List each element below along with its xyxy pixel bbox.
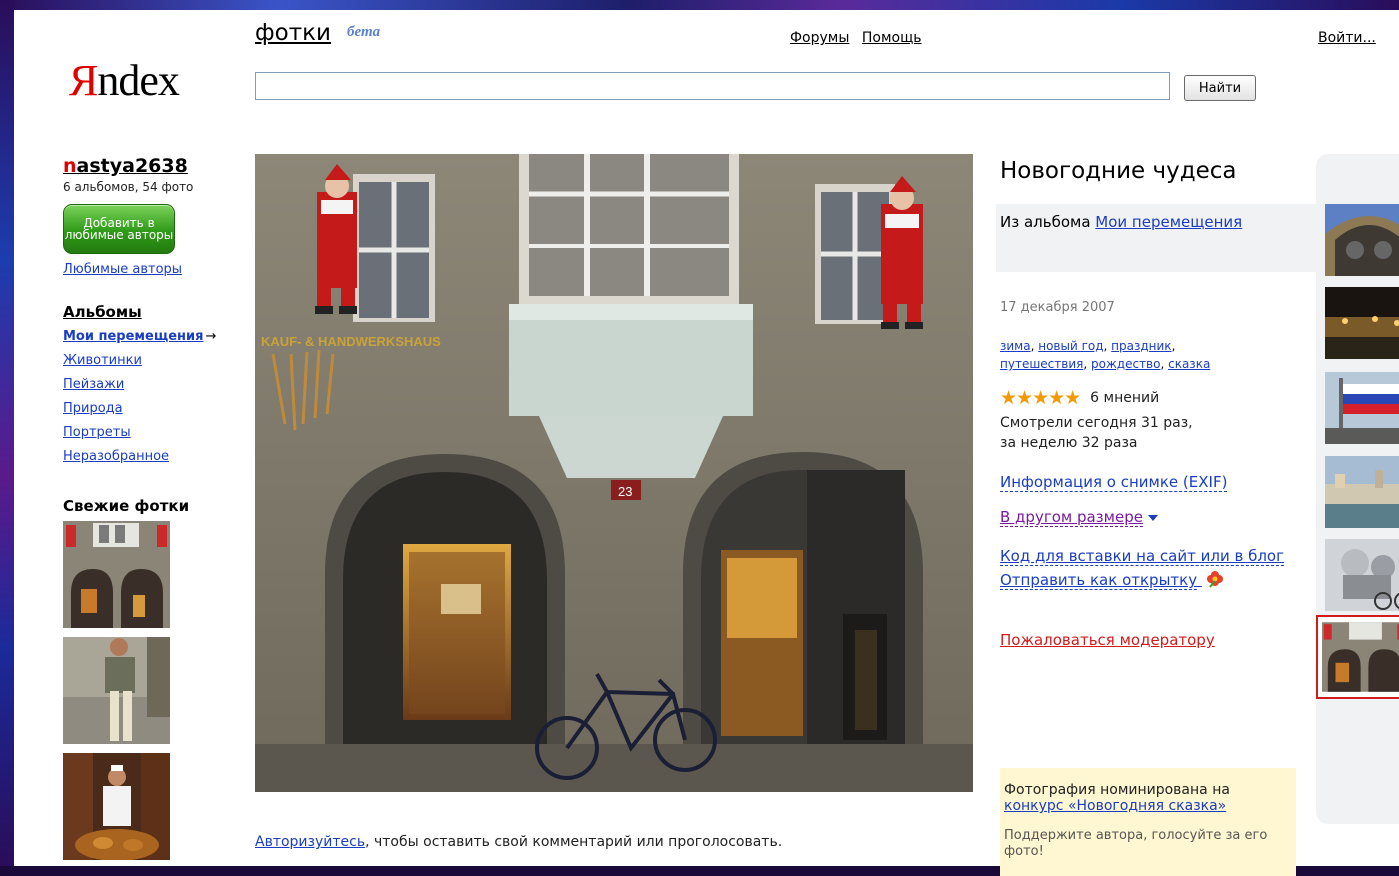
album-source-prefix: Из альбома — [1000, 213, 1096, 231]
albums-heading[interactable]: Альбомы — [63, 303, 233, 321]
report-moderator-link[interactable]: Пожаловаться модератору — [1000, 631, 1290, 649]
browser-page: Яndex фотки бета Форумы Помощь Войти... … — [14, 10, 1399, 876]
filmstrip-thumb[interactable] — [1325, 456, 1399, 528]
username-rest: astya2638 — [76, 155, 188, 177]
fresh-photos-heading: Свежие фотки — [63, 497, 190, 515]
contest-text: Фотография номинирована на — [1004, 782, 1230, 798]
photo-title: Новогодние чудеса — [1000, 158, 1237, 184]
tag-link[interactable]: путешествия — [1000, 357, 1083, 371]
views-today: Смотрели сегодня 31 раз, — [1000, 415, 1193, 431]
contest-support-text: Поддержите автора, голосуйте за его фото… — [1004, 828, 1268, 859]
filmstrip-thumb[interactable] — [1325, 287, 1399, 359]
fresh-photo-thumb[interactable] — [63, 753, 170, 860]
album-item-unsorted[interactable]: Неразобранное — [63, 445, 233, 469]
flower-icon — [1206, 571, 1223, 588]
logo-rest: ndex — [97, 56, 180, 105]
tag-link[interactable]: новый год — [1038, 339, 1103, 353]
rating: ★★★★★ 6 мнений — [1000, 387, 1290, 409]
dropdown-triangle-icon — [1147, 514, 1158, 521]
author-stats: 6 альбомов, 54 фото — [63, 180, 194, 194]
house-number-text: 23 — [618, 484, 632, 499]
tag-link[interactable]: зима — [1000, 339, 1031, 353]
rating-stars-icon[interactable]: ★★★★★ — [1000, 387, 1081, 409]
yandex-logo[interactable]: Яndex — [69, 55, 180, 106]
filmstrip-thumb-current[interactable] — [1316, 615, 1399, 699]
album-source-link[interactable]: Мои перемещения — [1095, 213, 1242, 231]
login-link[interactable]: Войти... — [1318, 30, 1376, 46]
service-name-link[interactable]: фотки — [255, 20, 331, 46]
fresh-photos-list — [63, 521, 233, 860]
main-photo[interactable]: KAUF- & HANDWERKSHAUS 23 — [255, 154, 973, 792]
top-nav: Форумы Помощь — [790, 30, 930, 46]
other-size-link[interactable]: В другом размере — [1000, 508, 1290, 527]
album-item-animals[interactable]: Животинки — [63, 349, 233, 373]
shop-sign-text: KAUF- & HANDWERKSHAUS — [261, 334, 441, 349]
photo-tags: зима, новый год, праздник, путешествия, … — [1000, 339, 1211, 371]
album-item-nature[interactable]: Природа — [63, 397, 233, 421]
album-item-landscapes[interactable]: Пейзажи — [63, 373, 233, 397]
author-username[interactable]: nastya2638 — [63, 155, 233, 177]
contest-link[interactable]: конкурс «Новогодняя сказка» — [1004, 798, 1292, 814]
view-stats: Смотрели сегодня 31 раз, за неделю 32 ра… — [1000, 413, 1290, 453]
desktop-background-left — [0, 0, 14, 866]
embed-code-label: Код для вставки на сайт или в блог — [1000, 547, 1284, 566]
tag-link[interactable]: рождество — [1091, 357, 1160, 371]
fresh-photo-thumb[interactable] — [63, 637, 170, 744]
current-arrow-icon: → — [205, 329, 217, 344]
album-list: Мои перемещения → Животинки Пейзажи Приро… — [63, 325, 233, 469]
filmstrip-thumb[interactable] — [1325, 372, 1399, 444]
search-button[interactable]: Найти — [1184, 75, 1256, 101]
photo-info: Новогодние чудеса Из альбома Мои перемещ… — [996, 154, 1334, 649]
album-source: Из альбома Мои перемещения — [996, 204, 1334, 272]
filmstrip-thumb[interactable] — [1325, 204, 1399, 276]
auth-note: Авторизуйтесь, чтобы оставить свой комме… — [255, 834, 782, 850]
exif-link[interactable]: Информация о снимке (EXIF) — [1000, 473, 1228, 492]
nav-help[interactable]: Помощь — [862, 30, 922, 46]
views-week: за неделю 32 раза — [1000, 435, 1138, 451]
contest-box: Фотография номинирована на конкурс «Ново… — [1000, 768, 1296, 876]
tag-link[interactable]: сказка — [1168, 357, 1210, 371]
username-first-letter: n — [63, 155, 77, 177]
left-sidebar: nastya2638 6 альбомов, 54 фото Добавить … — [63, 155, 233, 869]
send-postcard-label: Отправить как открытку — [1000, 571, 1198, 590]
add-favorite-author-button[interactable]: Добавить в любимые авторы — [63, 204, 175, 254]
reviews-count: 6 мнений — [1090, 390, 1160, 406]
nav-forums[interactable]: Форумы — [790, 30, 849, 46]
photo-date: 17 декабря 2007 — [1000, 300, 1115, 315]
album-current-link[interactable]: Мои перемещения — [63, 329, 204, 344]
album-item-current[interactable]: Мои перемещения → — [63, 325, 233, 349]
logo-initial: Я — [69, 56, 98, 105]
fresh-photo-thumb[interactable] — [63, 521, 170, 628]
beta-label: бета — [347, 24, 381, 40]
send-postcard-link[interactable]: Отправить как открытку — [1000, 570, 1290, 590]
search-input[interactable] — [255, 72, 1170, 100]
tag-link[interactable]: праздник — [1111, 339, 1171, 353]
authorize-link[interactable]: Авторизуйтесь — [255, 834, 365, 850]
filmstrip-thumb[interactable] — [1325, 539, 1399, 611]
embed-code-link[interactable]: Код для вставки на сайт или в блог — [1000, 546, 1290, 567]
auth-note-text: , чтобы оставить свой комментарий или пр… — [365, 834, 783, 850]
album-item-portraits[interactable]: Портреты — [63, 421, 233, 445]
other-size-label: В другом размере — [1000, 508, 1143, 527]
favorite-authors-link[interactable]: Любимые авторы — [63, 262, 233, 277]
